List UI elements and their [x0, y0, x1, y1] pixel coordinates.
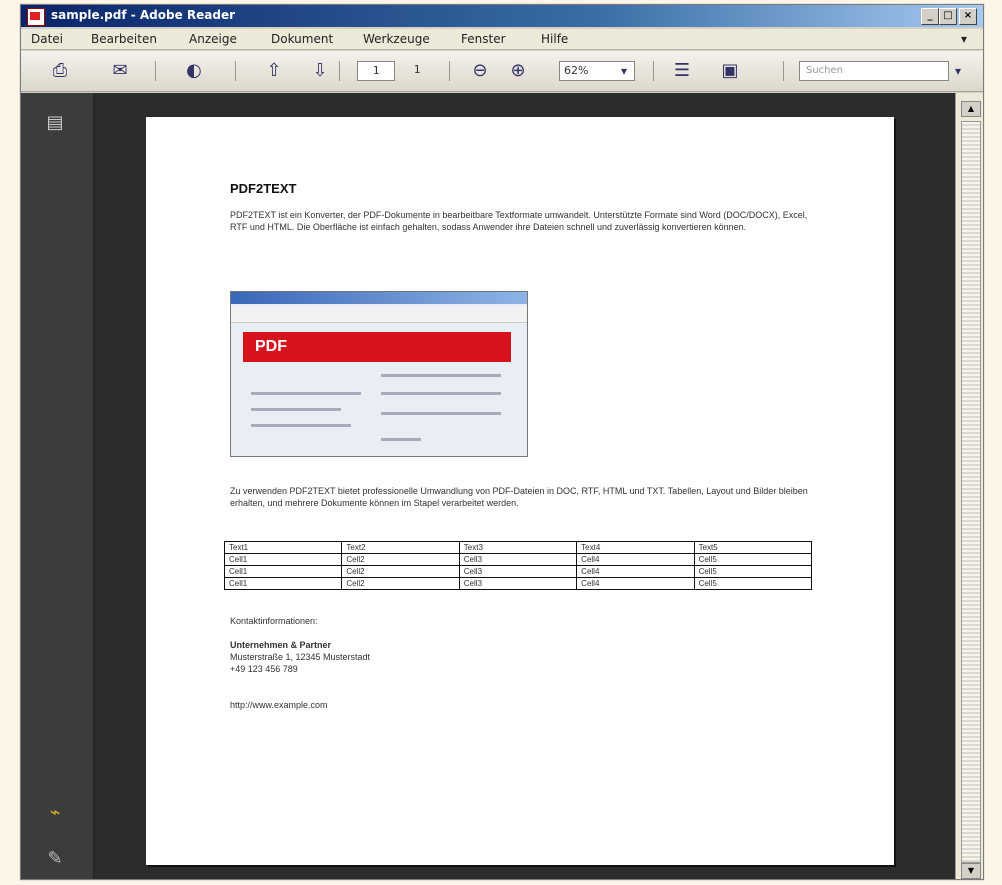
zoom-dropdown-icon[interactable]: ▾: [611, 59, 637, 83]
menu-help[interactable]: Hilfe: [541, 32, 568, 46]
table-header-cell: Text2: [341, 541, 460, 554]
table-cell: Cell3: [458, 553, 578, 566]
table-cell: Cell5: [693, 553, 813, 566]
toolbar-separator: [783, 61, 784, 81]
pages-icon[interactable]: ▤: [41, 111, 69, 135]
table-cell: Cell2: [341, 553, 460, 566]
table-cell: Cell4: [576, 565, 695, 578]
signature-icon[interactable]: ✎: [41, 847, 69, 871]
scrolling-mode-icon[interactable]: ☰: [669, 59, 695, 83]
screenshot-line: [381, 412, 501, 415]
scroll-down-icon[interactable]: ▼: [961, 863, 981, 879]
table-cell: Cell1: [223, 565, 343, 578]
toolbar-separator: [155, 61, 156, 81]
table-row: Cell1 Cell2 Cell3 Cell4 Cell5: [223, 565, 813, 578]
table-cell: Cell3: [458, 577, 578, 590]
print-icon[interactable]: ⎙: [47, 59, 73, 83]
screenshot-line: [381, 392, 501, 395]
table-cell: Cell1: [223, 577, 343, 590]
toolbar-separator: [339, 61, 340, 81]
document-area[interactable]: PDF2TEXT PDF2TEXT ist ein Konverter, der…: [94, 93, 955, 879]
next-page-icon[interactable]: ⇩: [307, 59, 333, 83]
contact-name: Unternehmen & Partner: [230, 640, 332, 650]
review-icon[interactable]: ◐: [181, 59, 207, 83]
contact-heading: Kontaktinformationen:: [230, 616, 318, 626]
pdf-app-icon: [27, 8, 45, 26]
menu-file[interactable]: Datei: [31, 32, 63, 46]
screenshot-line: [381, 374, 501, 377]
table-header-row: Text1 Text2 Text3 Text4 Text5: [223, 541, 813, 554]
contact-address: Musterstraße 1, 12345 Musterstadt: [230, 652, 371, 662]
table-header-cell: Text1: [223, 541, 343, 554]
screenshot-logo: PDF: [255, 338, 287, 355]
pdf-page: PDF2TEXT PDF2TEXT ist ein Konverter, der…: [146, 117, 894, 865]
table-cell: Cell5: [693, 565, 813, 578]
screenshot-line: [381, 438, 421, 441]
menu-bar: Datei Bearbeiten Anzeige Dokument Werkze…: [21, 29, 983, 50]
toolbar-separator: [449, 61, 450, 81]
zoom-in-icon[interactable]: ⊕: [505, 59, 531, 83]
toolbar: ⎙ ✉ ◐ ⇧ ⇩ 1 1 ⊖ ⊕ 62% ▾ ☰ ▣ Suchen ▾: [21, 51, 983, 92]
screenshot-title-bar: [231, 292, 527, 304]
scroll-thumb[interactable]: [961, 121, 981, 863]
screenshot-line: [251, 392, 361, 395]
screenshot-line: [251, 408, 341, 411]
table-cell: Cell1: [223, 553, 343, 566]
reader-window: sample.pdf - Adobe Reader _ □ × Datei Be…: [20, 4, 984, 880]
menu-view[interactable]: Anzeige: [189, 32, 237, 46]
zoom-out-icon[interactable]: ⊖: [467, 59, 493, 83]
embedded-screenshot: PDF: [230, 291, 528, 457]
toolbar-separator: [653, 61, 654, 81]
toolbar-options-icon[interactable]: ▾: [945, 59, 971, 83]
previous-page-icon[interactable]: ⇧: [261, 59, 287, 83]
close-button[interactable]: ×: [959, 8, 977, 25]
document-url[interactable]: http://www.example.com: [230, 699, 328, 711]
table-cell: Cell4: [576, 553, 695, 566]
page-total: 1: [413, 63, 421, 76]
maximize-button[interactable]: □: [939, 8, 957, 25]
contact-phone: +49 123 456 789: [230, 664, 298, 674]
table-row: Cell1 Cell2 Cell3 Cell4 Cell5: [223, 553, 813, 566]
navigation-pane: ▤ ⌁ ✎: [21, 93, 94, 879]
table-cell: Cell2: [341, 565, 460, 578]
intro-paragraph: PDF2TEXT ist ein Konverter, der PDF-Doku…: [230, 210, 808, 232]
table-header-cell: Text4: [576, 541, 695, 554]
fit-page-icon[interactable]: ▣: [717, 59, 743, 83]
menu-tools[interactable]: Werkzeuge: [363, 32, 430, 46]
window-title: sample.pdf - Adobe Reader: [51, 8, 236, 22]
document-table: Text1 Text2 Text3 Text4 Text5 Cell1 Cell…: [223, 541, 813, 590]
menu-window[interactable]: Fenster: [461, 32, 506, 46]
body-paragraph: Zu verwenden PDF2TEXT bietet professione…: [230, 486, 808, 508]
scroll-up-icon[interactable]: ▲: [961, 101, 981, 117]
menu-chevron-icon[interactable]: ▾: [961, 32, 967, 46]
document-title: PDF2TEXT: [230, 181, 297, 196]
vertical-scrollbar[interactable]: ▲ ▼: [955, 93, 983, 879]
page-number-input[interactable]: 1: [357, 61, 395, 81]
email-icon[interactable]: ✉: [107, 59, 133, 83]
title-bar[interactable]: sample.pdf - Adobe Reader _ □ ×: [21, 5, 983, 27]
table-cell: Cell3: [458, 565, 578, 578]
table-header-cell: Text3: [458, 541, 578, 554]
screenshot-toolbar: [231, 306, 527, 323]
screenshot-line: [251, 424, 351, 427]
attachment-icon[interactable]: ⌁: [41, 801, 69, 825]
table-cell: Cell4: [576, 577, 695, 590]
table-cell: Cell2: [341, 577, 460, 590]
find-input[interactable]: Suchen: [799, 61, 949, 81]
table-cell: Cell5: [693, 577, 813, 590]
menu-edit[interactable]: Bearbeiten: [91, 32, 157, 46]
table-row: Cell1 Cell2 Cell3 Cell4 Cell5: [223, 577, 813, 590]
minimize-button[interactable]: _: [921, 8, 939, 25]
toolbar-separator: [235, 61, 236, 81]
menu-document[interactable]: Dokument: [271, 32, 333, 46]
table-header-cell: Text5: [693, 541, 813, 554]
